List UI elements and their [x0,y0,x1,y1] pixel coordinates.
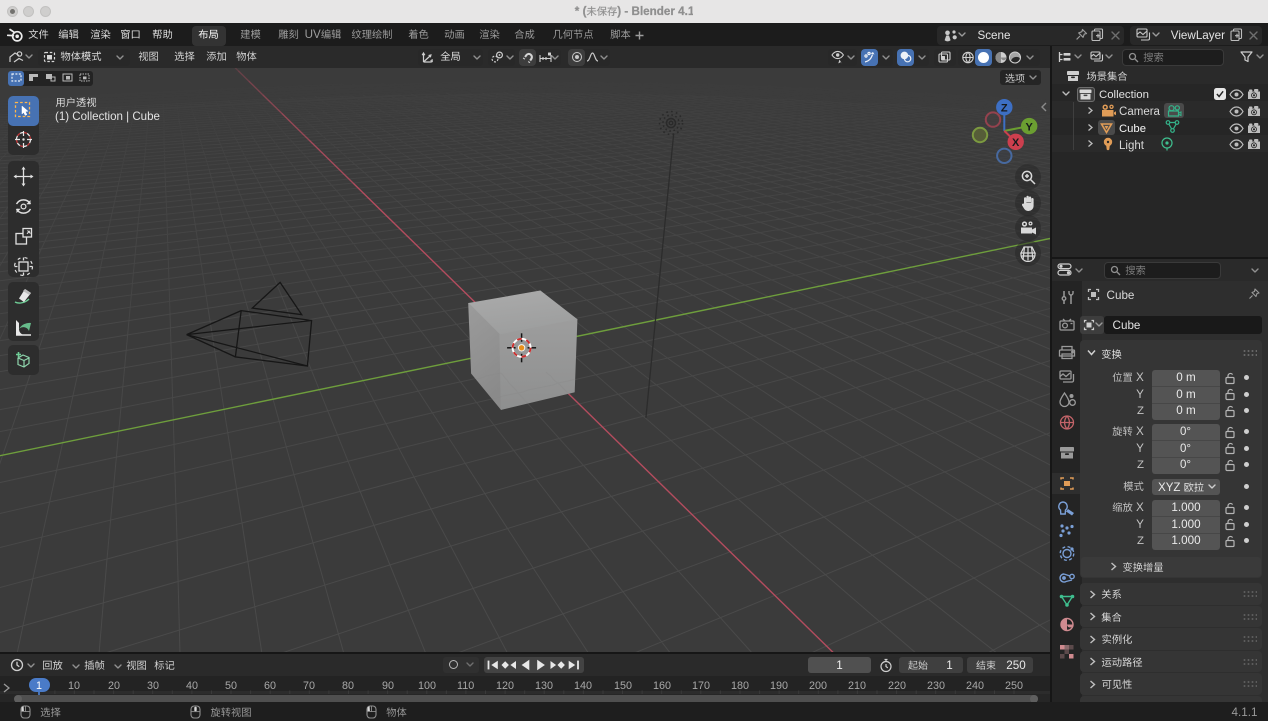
svg-text:1.000: 1.000 [1171,518,1201,531]
svg-text:1.000: 1.000 [1171,501,1201,514]
svg-text:ViewLayer: ViewLayer [1171,29,1225,42]
svg-text:0°: 0° [1180,459,1191,471]
svg-text:0 m: 0 m [1176,404,1195,417]
svg-text:X: X [1136,371,1144,384]
svg-text:4.1.1: 4.1.1 [1232,706,1258,719]
svg-text:X: X [1136,425,1144,438]
svg-text:Z: Z [1137,459,1144,471]
svg-text:Cube: Cube [1113,319,1141,332]
svg-text:1: 1 [36,680,42,692]
svg-text:Z: Z [1137,405,1144,417]
svg-text:0 m: 0 m [1176,371,1195,384]
svg-text:X: X [1136,501,1144,514]
svg-text:Y: Y [1136,388,1144,401]
svg-text:XYZ: XYZ [1158,482,1180,494]
svg-text:Camera: Camera [1119,106,1160,118]
svg-text:0°: 0° [1180,443,1191,455]
svg-text:Cube: Cube [1107,289,1135,302]
svg-text:Cube: Cube [1119,123,1146,135]
svg-text:1.000: 1.000 [1171,534,1201,547]
svg-text:Collection: Collection [1099,89,1149,101]
svg-text:0 m: 0 m [1176,388,1195,401]
svg-text:Light: Light [1119,140,1144,152]
svg-text:Z: Z [1137,535,1144,547]
svg-text:0°: 0° [1180,426,1191,438]
svg-text:Y: Y [1136,518,1144,531]
svg-text:Y: Y [1136,442,1144,455]
